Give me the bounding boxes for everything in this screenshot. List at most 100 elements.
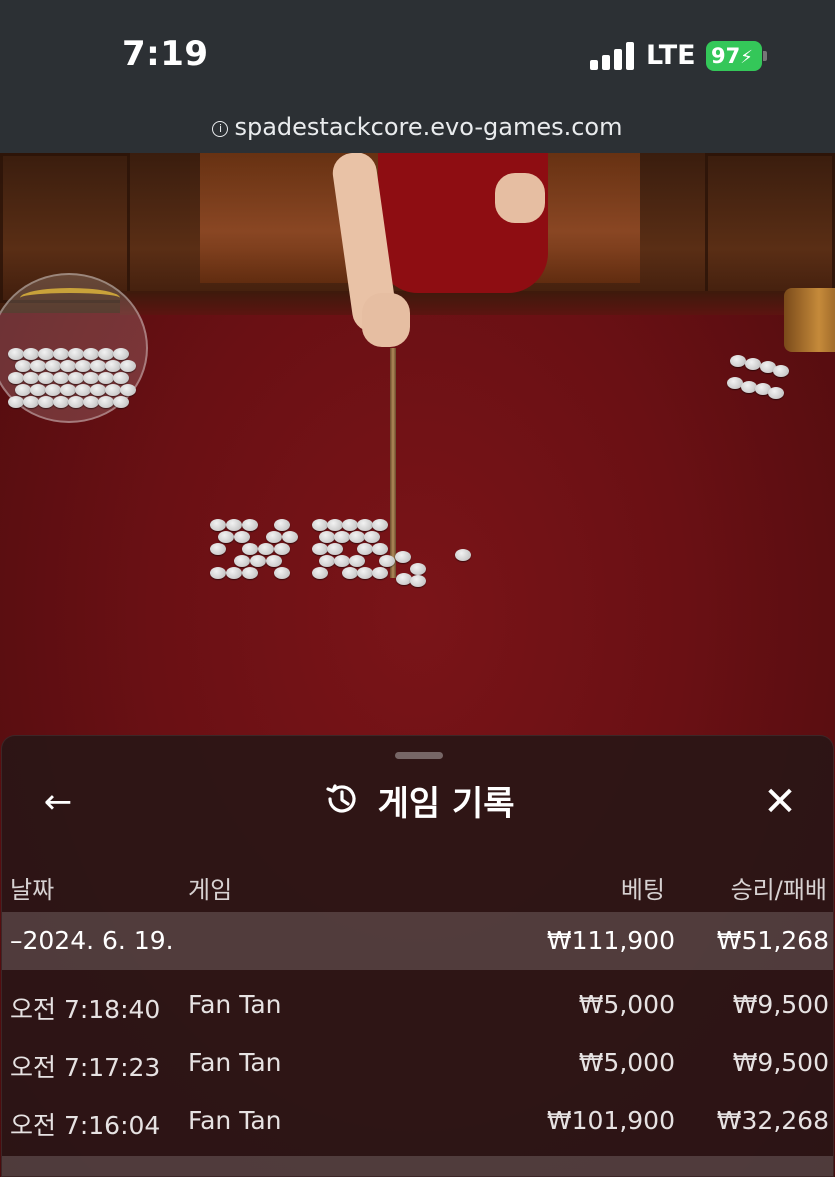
bead bbox=[319, 555, 335, 567]
bead bbox=[38, 372, 54, 384]
bead bbox=[768, 387, 784, 399]
bead bbox=[83, 396, 99, 408]
bead bbox=[379, 555, 395, 567]
close-icon[interactable]: ✕ bbox=[758, 780, 802, 824]
bead bbox=[90, 384, 106, 396]
row-win-loss: ₩32,268 bbox=[716, 1106, 829, 1135]
row-game: Fan Tan bbox=[188, 990, 282, 1019]
signal-bars-icon bbox=[590, 42, 634, 70]
row-game: Fan Tan bbox=[188, 1048, 282, 1077]
bead bbox=[113, 372, 129, 384]
row-bet: ₩101,900 bbox=[546, 1106, 675, 1135]
bead bbox=[242, 543, 258, 555]
bead bbox=[45, 360, 61, 372]
group-win-loss: ₩51,268 bbox=[716, 926, 829, 955]
bead bbox=[105, 360, 121, 372]
history-icon bbox=[322, 779, 362, 823]
row-time: 오전 7:17:23 bbox=[10, 1053, 161, 1082]
bead bbox=[357, 543, 373, 555]
column-headers: 날짜 게임 베팅 승리/패배 bbox=[2, 866, 833, 906]
url-text: spadestackcore.evo-games.com bbox=[234, 113, 623, 141]
network-type: LTE bbox=[646, 40, 696, 71]
bead bbox=[15, 360, 31, 372]
bead bbox=[38, 396, 54, 408]
bead bbox=[274, 543, 290, 555]
battery-cap bbox=[763, 51, 767, 61]
bead bbox=[83, 348, 99, 360]
bead bbox=[357, 519, 373, 531]
bead bbox=[730, 355, 746, 367]
row-time: 오전 7:16:04 bbox=[10, 1111, 161, 1140]
bead bbox=[410, 563, 426, 575]
bead bbox=[349, 555, 365, 567]
row-game: Fan Tan bbox=[188, 1106, 282, 1135]
bead bbox=[342, 519, 358, 531]
bead bbox=[773, 365, 789, 377]
bead bbox=[210, 543, 226, 555]
jar-lid bbox=[20, 288, 120, 308]
history-row[interactable]: 오전 7:17:23 Fan Tan ₩5,000 ₩9,500 bbox=[2, 1034, 833, 1092]
bead bbox=[327, 519, 343, 531]
bead bbox=[30, 384, 46, 396]
bead bbox=[210, 519, 226, 531]
bead bbox=[357, 567, 373, 579]
bead bbox=[8, 372, 24, 384]
bead bbox=[364, 531, 380, 543]
bead bbox=[342, 567, 358, 579]
bead bbox=[120, 384, 136, 396]
bead bbox=[15, 384, 31, 396]
column-bet: 베팅 bbox=[620, 876, 665, 904]
bead bbox=[334, 555, 350, 567]
bead bbox=[60, 384, 76, 396]
bead bbox=[68, 396, 84, 408]
info-icon: i bbox=[212, 121, 229, 137]
bead bbox=[98, 396, 114, 408]
dealer-hand bbox=[362, 293, 410, 347]
bead bbox=[210, 567, 226, 579]
bead bbox=[53, 372, 69, 384]
bead bbox=[234, 555, 250, 567]
sheet-grabber[interactable] bbox=[395, 752, 443, 759]
bead bbox=[312, 567, 328, 579]
bead bbox=[258, 543, 274, 555]
group-date: –2024. 6. 19. bbox=[10, 926, 174, 955]
bead bbox=[68, 348, 84, 360]
next-date-group-row[interactable] bbox=[2, 1156, 833, 1176]
date-group-row[interactable]: –2024. 6. 19. ₩111,900 ₩51,268 bbox=[2, 912, 833, 970]
row-time: 오전 7:18:40 bbox=[10, 995, 161, 1024]
bead bbox=[312, 519, 328, 531]
bead bbox=[410, 575, 426, 587]
bead bbox=[120, 360, 136, 372]
bead bbox=[319, 531, 335, 543]
bead bbox=[105, 384, 121, 396]
battery-level: 97 bbox=[711, 44, 741, 68]
bead bbox=[60, 360, 76, 372]
row-bet: ₩5,000 bbox=[578, 1048, 675, 1077]
bead bbox=[455, 549, 471, 561]
bead bbox=[38, 348, 54, 360]
bead bbox=[53, 348, 69, 360]
bead bbox=[242, 567, 258, 579]
column-date: 날짜 bbox=[10, 876, 55, 904]
history-row[interactable]: 오전 7:16:04 Fan Tan ₩101,900 ₩32,268 bbox=[2, 1092, 833, 1150]
bead bbox=[226, 519, 242, 531]
bead bbox=[98, 348, 114, 360]
table-rail bbox=[120, 291, 835, 315]
bead bbox=[8, 348, 24, 360]
bead bbox=[312, 543, 328, 555]
row-win-loss: ₩9,500 bbox=[732, 990, 829, 1019]
dealer-stick bbox=[390, 348, 396, 578]
bead bbox=[250, 555, 266, 567]
url-bar[interactable]: i spadestackcore.evo-games.com bbox=[0, 113, 835, 141]
history-row[interactable]: 오전 7:18:40 Fan Tan ₩5,000 ₩9,500 bbox=[2, 976, 833, 1034]
bead bbox=[75, 360, 91, 372]
bead bbox=[98, 372, 114, 384]
bead bbox=[334, 531, 350, 543]
clock: 7:19 bbox=[122, 34, 209, 74]
sheet-header: 게임 기록 bbox=[2, 776, 833, 825]
bead bbox=[349, 531, 365, 543]
bead bbox=[266, 555, 282, 567]
brass-cup bbox=[784, 288, 835, 352]
bead bbox=[218, 531, 234, 543]
status-bar: 7:19 LTE 97⚡ i spadestackcore.evo-games.c… bbox=[0, 0, 835, 153]
